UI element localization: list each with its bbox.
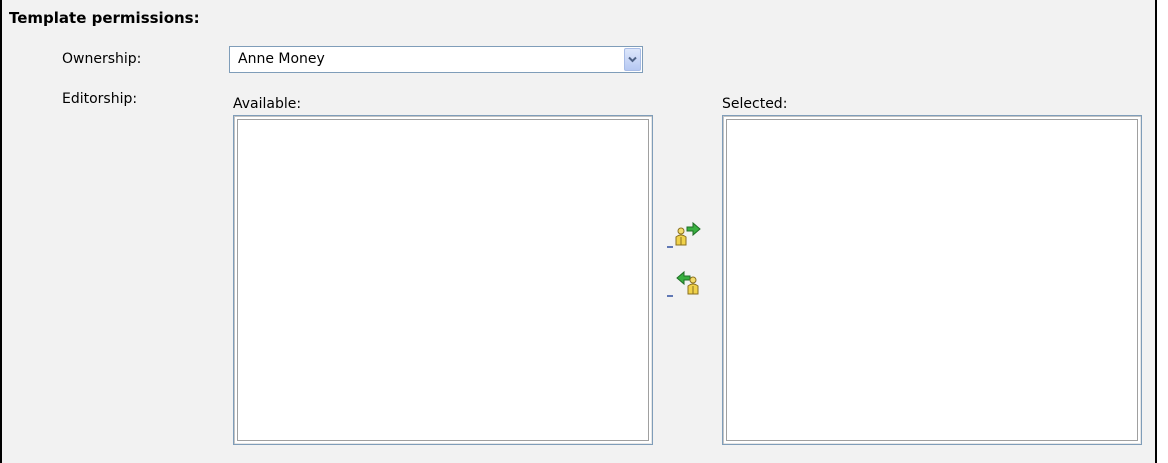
selected-users-list[interactable] <box>722 115 1142 445</box>
add-user-arrow-right-icon <box>667 221 701 248</box>
section-title: Template permissions: <box>9 9 200 27</box>
available-users-list-body[interactable] <box>237 119 649 441</box>
add-to-selected-button[interactable] <box>666 218 708 252</box>
remove-user-arrow-left-icon <box>667 270 699 297</box>
template-permissions-panel: Template permissions: Ownership: Anne Mo… <box>0 0 1157 463</box>
editorship-label: Editorship: <box>62 91 138 107</box>
selected-users-list-body[interactable] <box>726 119 1138 441</box>
ownership-selected-value: Anne Money <box>238 51 325 67</box>
ownership-select[interactable]: Anne Money <box>229 46 643 73</box>
remove-from-selected-button[interactable] <box>666 267 708 301</box>
ownership-label: Ownership: <box>62 51 142 67</box>
available-users-list[interactable] <box>233 115 653 445</box>
chevron-down-icon[interactable] <box>624 48 641 71</box>
available-list-label: Available: <box>233 96 302 112</box>
selected-list-label: Selected: <box>722 96 788 112</box>
